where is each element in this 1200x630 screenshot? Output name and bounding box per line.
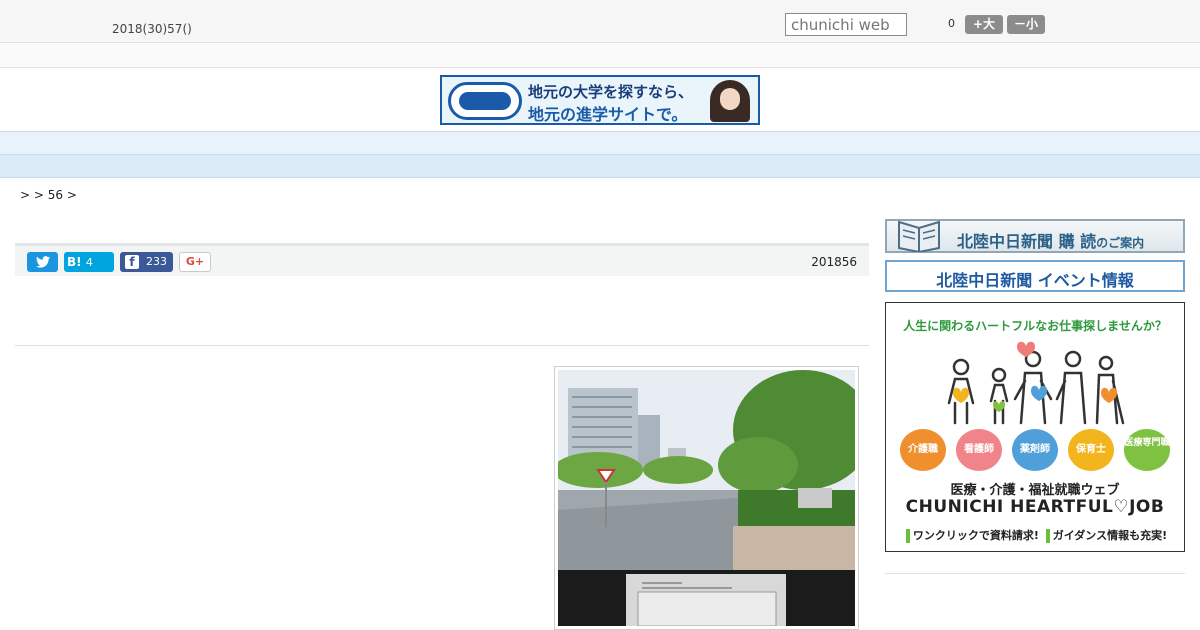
subscription-text: 北陸中日新聞 購 読のご案内 bbox=[957, 232, 1145, 251]
nav-item[interactable] bbox=[407, 136, 447, 155]
banner-logo bbox=[448, 82, 522, 120]
job-banner-line2: CHUNICHI HEARTFUL♡JOB bbox=[905, 497, 1165, 517]
facebook-share-button[interactable]: f 233 bbox=[120, 252, 173, 272]
category-kaigo[interactable]: 介護職 bbox=[900, 429, 946, 471]
content-divider bbox=[15, 345, 869, 346]
event-info-text: 北陸中日新聞 イベント情報 bbox=[936, 271, 1134, 290]
sidebar-divider bbox=[885, 573, 1185, 574]
campus-photo-image bbox=[558, 370, 855, 626]
article-photo[interactable] bbox=[554, 366, 859, 630]
facebook-icon: f bbox=[125, 255, 139, 269]
hatena-bookmark-button[interactable]: B! 4 bbox=[64, 252, 114, 272]
job-banner-footer: ワンクリックで資料請求! ガイダンス情報も充実! bbox=[886, 527, 1184, 543]
banner-subtitle: 地元の進学サイトで。 bbox=[528, 105, 688, 124]
breadcrumb[interactable]: > > 56 > bbox=[20, 188, 77, 202]
nav-item[interactable] bbox=[647, 136, 687, 155]
top-utility-bar: 2018(30)57() 0 +大 －小 bbox=[0, 0, 1200, 43]
job-banner-line1: 医療・介護・福祉就職ウェブ bbox=[950, 483, 1120, 498]
nav-item[interactable] bbox=[247, 136, 287, 155]
search-input[interactable] bbox=[785, 13, 907, 36]
twitter-share-button[interactable] bbox=[27, 252, 58, 272]
sub-header-bar bbox=[0, 43, 1200, 68]
category-yakuzaishi[interactable]: 薬剤師 bbox=[1012, 429, 1058, 471]
banner-title: 地元の大学を探すなら、 bbox=[528, 83, 694, 101]
share-bar: B! 4 f 233 G+ 201856 bbox=[15, 243, 869, 276]
banner-portrait bbox=[710, 80, 750, 122]
main-nav bbox=[0, 131, 1200, 155]
nav-item[interactable] bbox=[567, 136, 607, 155]
nav-item[interactable] bbox=[327, 136, 367, 155]
font-size-large-button[interactable]: +大 bbox=[965, 15, 1003, 34]
font-size-small-button[interactable]: －小 bbox=[1007, 15, 1045, 34]
hatena-count: 4 bbox=[85, 256, 93, 269]
family-illustration bbox=[947, 341, 1125, 425]
publish-date: 201856 bbox=[811, 255, 857, 269]
top-ad-banner[interactable]: 地元の大学を探すなら、 地元の進学サイトで。 bbox=[440, 75, 760, 125]
category-iryo-senmon[interactable]: 医療専門職 bbox=[1124, 429, 1170, 471]
category-hoikushi[interactable]: 保育士 bbox=[1068, 429, 1114, 471]
google-plus-button[interactable]: G+ bbox=[179, 252, 211, 272]
nav-item[interactable] bbox=[807, 136, 847, 155]
zoom-level: 0 bbox=[948, 17, 955, 30]
facebook-count: 233 bbox=[146, 255, 167, 268]
hatena-label: B! bbox=[67, 255, 82, 269]
event-info-banner[interactable]: 北陸中日新聞 イベント情報 bbox=[885, 260, 1185, 292]
sub-nav bbox=[0, 155, 1200, 178]
job-banner-headline: 人生に関わるハートフルなお仕事探しませんか？ bbox=[903, 319, 1167, 333]
nav-item[interactable] bbox=[727, 136, 767, 155]
heartful-job-banner[interactable]: 人生に関わるハートフルなお仕事探しませんか？ 介護職 看護師 薬剤師 保育士 医… bbox=[885, 302, 1185, 552]
nav-item[interactable] bbox=[487, 136, 527, 155]
subscription-banner[interactable]: 北陸中日新聞 購 読のご案内 bbox=[885, 219, 1185, 253]
newspaper-book-icon bbox=[898, 220, 940, 252]
twitter-icon bbox=[35, 256, 50, 268]
category-kangoshi[interactable]: 看護師 bbox=[956, 429, 1002, 471]
header-date: 2018(30)57() bbox=[112, 22, 192, 36]
nav-item[interactable] bbox=[167, 136, 207, 155]
